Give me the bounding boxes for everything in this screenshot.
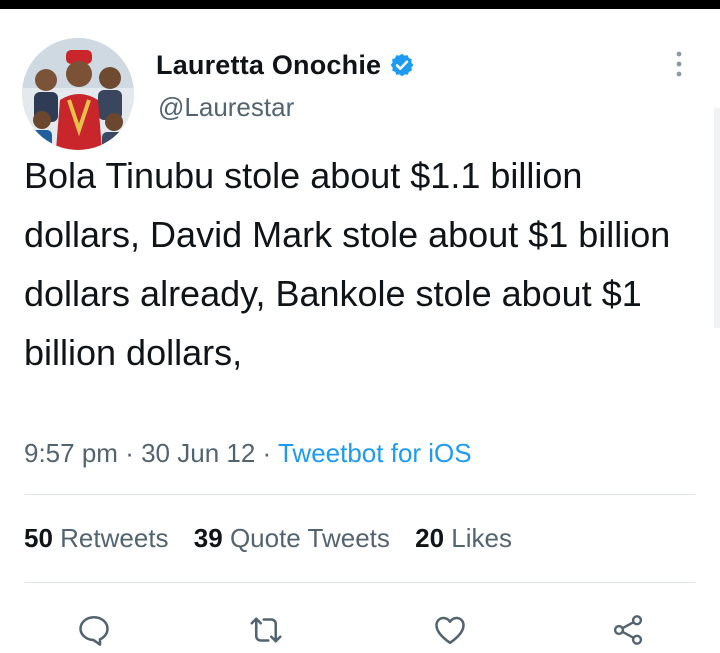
avatar-image — [22, 38, 134, 150]
tweet-meta: 9:57 pm · 30 Jun 12 · Tweetbot for iOS — [24, 438, 472, 469]
verified-badge-icon — [389, 52, 415, 78]
retweets-stat[interactable]: 50 Retweets — [24, 523, 169, 553]
tweet-date[interactable]: 30 Jun 12 — [141, 438, 255, 468]
tweet-stats: 50 Retweets 39 Quote Tweets 20 Likes — [24, 523, 530, 554]
share-button[interactable] — [610, 612, 646, 648]
retweets-label: Retweets — [60, 523, 169, 553]
quote-tweets-stat[interactable]: 39 Quote Tweets — [194, 523, 390, 553]
top-edge-bar — [0, 0, 720, 9]
divider — [24, 582, 696, 583]
tweet-text: Bola Tinubu stole about $1.1 billion dol… — [24, 155, 671, 373]
avatar[interactable] — [22, 38, 134, 150]
likes-label: Likes — [451, 523, 512, 553]
meta-separator: · — [125, 438, 134, 468]
quote-label: Quote Tweets — [229, 523, 390, 553]
meta-separator: · — [262, 438, 272, 468]
author-name[interactable]: Lauretta Onochie — [156, 50, 381, 81]
retweet-icon — [250, 617, 282, 643]
like-icon — [435, 616, 465, 645]
tweet-source[interactable]: Tweetbot for iOS — [278, 438, 472, 468]
likes-stat[interactable]: 20 Likes — [415, 523, 512, 553]
retweet-button[interactable] — [248, 612, 284, 648]
share-icon — [613, 615, 643, 645]
author-row: Lauretta Onochie — [156, 48, 415, 82]
likes-count: 20 — [415, 523, 445, 553]
scroll-edge — [714, 108, 720, 328]
quote-count: 39 — [193, 523, 223, 553]
reply-button[interactable] — [76, 612, 112, 648]
author-handle[interactable]: @Laurestar — [158, 92, 294, 123]
tweet-time[interactable]: 9:57 pm — [24, 438, 118, 468]
divider — [24, 494, 696, 495]
retweets-count: 50 — [24, 523, 53, 553]
like-button[interactable] — [432, 612, 468, 648]
reply-icon — [79, 615, 109, 646]
more-icon[interactable] — [670, 48, 688, 80]
